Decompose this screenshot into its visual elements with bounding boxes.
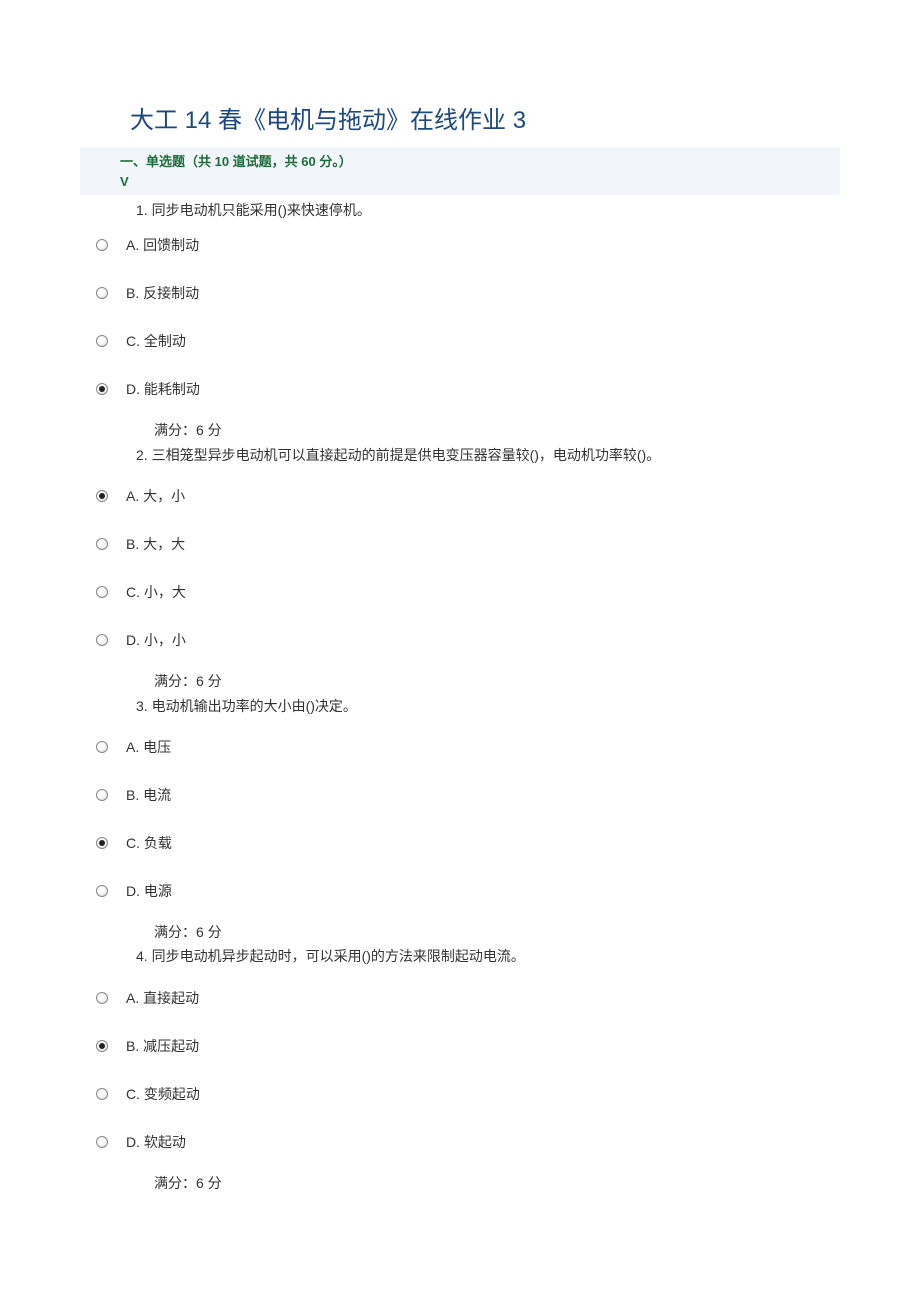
option-label: B. 大，大 <box>120 534 185 554</box>
question-number: 4. <box>136 948 148 964</box>
option-label: D. 软起动 <box>120 1132 186 1152</box>
question-3: A. 电压 B. 电流 C. 负载 D. 电源 满分：6 分 <box>80 723 840 943</box>
section-title: 一、单选题（共 10 道试题，共 60 分。） <box>120 151 840 170</box>
option-c[interactable]: C. 变频起动 <box>80 1070 840 1118</box>
option-c[interactable]: C. 小，大 <box>80 568 840 616</box>
question-4: A. 直接起动 B. 减压起动 C. 变频起动 D. 软起动 满分：6 分 <box>80 974 840 1194</box>
radio-container <box>80 490 120 502</box>
radio-icon[interactable] <box>96 287 108 299</box>
option-label: A. 大，小 <box>120 486 185 506</box>
radio-icon[interactable] <box>96 490 108 502</box>
radio-icon[interactable] <box>96 789 108 801</box>
page-title: 大工 14 春《电机与拖动》在线作业 3 <box>80 100 840 135</box>
option-label: A. 电压 <box>120 737 171 757</box>
option-label: B. 减压起动 <box>120 1036 199 1056</box>
score-text: 满分：6 分 <box>80 1172 840 1194</box>
score-text: 满分：6 分 <box>80 419 840 441</box>
option-label: B. 反接制动 <box>120 283 199 303</box>
option-label: C. 负载 <box>120 833 172 853</box>
radio-container <box>80 335 120 347</box>
option-label: D. 电源 <box>120 881 172 901</box>
option-d[interactable]: D. 电源 <box>80 867 840 915</box>
option-c[interactable]: C. 全制动 <box>80 317 840 365</box>
radio-container <box>80 1088 120 1100</box>
question-body: 三相笼型异步电动机可以直接起动的前提是供电变压器容量较()，电动机功率较()。 <box>152 447 661 463</box>
radio-container <box>80 287 120 299</box>
radio-container <box>80 239 120 251</box>
radio-container <box>80 789 120 801</box>
radio-icon[interactable] <box>96 741 108 753</box>
radio-container <box>80 383 120 395</box>
question-text: 4. 同步电动机异步起动时，可以采用()的方法来限制起动电流。 <box>80 945 840 967</box>
option-label: D. 能耗制动 <box>120 379 200 399</box>
question-1: 1. 同步电动机只能采用()来快速停机。 A. 回馈制动 B. 反接制动 C. … <box>80 199 840 442</box>
question-number: 1. <box>136 202 148 218</box>
radio-icon[interactable] <box>96 634 108 646</box>
question-text: 1. 同步电动机只能采用()来快速停机。 <box>80 199 840 221</box>
score-text: 满分：6 分 <box>80 670 840 692</box>
option-b[interactable]: B. 减压起动 <box>80 1022 840 1070</box>
radio-icon[interactable] <box>96 1136 108 1148</box>
option-a[interactable]: A. 回馈制动 <box>80 221 840 269</box>
option-label: C. 全制动 <box>120 331 186 351</box>
question-text: 3. 电动机输出功率的大小由()决定。 <box>80 695 840 717</box>
radio-container <box>80 741 120 753</box>
radio-container <box>80 538 120 550</box>
question-body: 同步电动机异步起动时，可以采用()的方法来限制起动电流。 <box>152 948 525 964</box>
radio-container <box>80 837 120 849</box>
option-label: A. 直接起动 <box>120 988 199 1008</box>
option-b[interactable]: B. 大，大 <box>80 520 840 568</box>
option-d[interactable]: D. 软起动 <box>80 1118 840 1166</box>
radio-icon[interactable] <box>96 837 108 849</box>
option-d[interactable]: D. 能耗制动 <box>80 365 840 413</box>
option-a[interactable]: A. 大，小 <box>80 472 840 520</box>
option-label: B. 电流 <box>120 785 171 805</box>
radio-container <box>80 992 120 1004</box>
section-header: 一、单选题（共 10 道试题，共 60 分。） <box>80 147 840 174</box>
option-c[interactable]: C. 负载 <box>80 819 840 867</box>
radio-container <box>80 586 120 598</box>
radio-container <box>80 634 120 646</box>
question-body: 同步电动机只能采用()来快速停机。 <box>152 202 371 218</box>
option-a[interactable]: A. 直接起动 <box>80 974 840 1022</box>
option-label: A. 回馈制动 <box>120 235 199 255</box>
option-a[interactable]: A. 电压 <box>80 723 840 771</box>
option-b[interactable]: B. 电流 <box>80 771 840 819</box>
question-body: 电动机输出功率的大小由()决定。 <box>152 698 357 714</box>
radio-container <box>80 1040 120 1052</box>
option-b[interactable]: B. 反接制动 <box>80 269 840 317</box>
option-label: C. 小，大 <box>120 582 186 602</box>
radio-container <box>80 885 120 897</box>
option-d[interactable]: D. 小，小 <box>80 616 840 664</box>
radio-icon[interactable] <box>96 992 108 1004</box>
question-text: 2. 三相笼型异步电动机可以直接起动的前提是供电变压器容量较()，电动机功率较(… <box>80 444 840 466</box>
radio-icon[interactable] <box>96 1088 108 1100</box>
radio-container <box>80 1136 120 1148</box>
score-text: 满分：6 分 <box>80 921 840 943</box>
radio-icon[interactable] <box>96 586 108 598</box>
radio-icon[interactable] <box>96 538 108 550</box>
radio-icon[interactable] <box>96 885 108 897</box>
radio-icon[interactable] <box>96 1040 108 1052</box>
question-2: A. 大，小 B. 大，大 C. 小，大 D. 小，小 满分：6 分 <box>80 472 840 692</box>
radio-icon[interactable] <box>96 383 108 395</box>
option-label: C. 变频起动 <box>120 1084 200 1104</box>
radio-icon[interactable] <box>96 335 108 347</box>
radio-icon[interactable] <box>96 239 108 251</box>
question-number: 3. <box>136 698 148 714</box>
section-sub: V <box>80 174 840 195</box>
question-number: 2. <box>136 447 148 463</box>
option-label: D. 小，小 <box>120 630 186 650</box>
